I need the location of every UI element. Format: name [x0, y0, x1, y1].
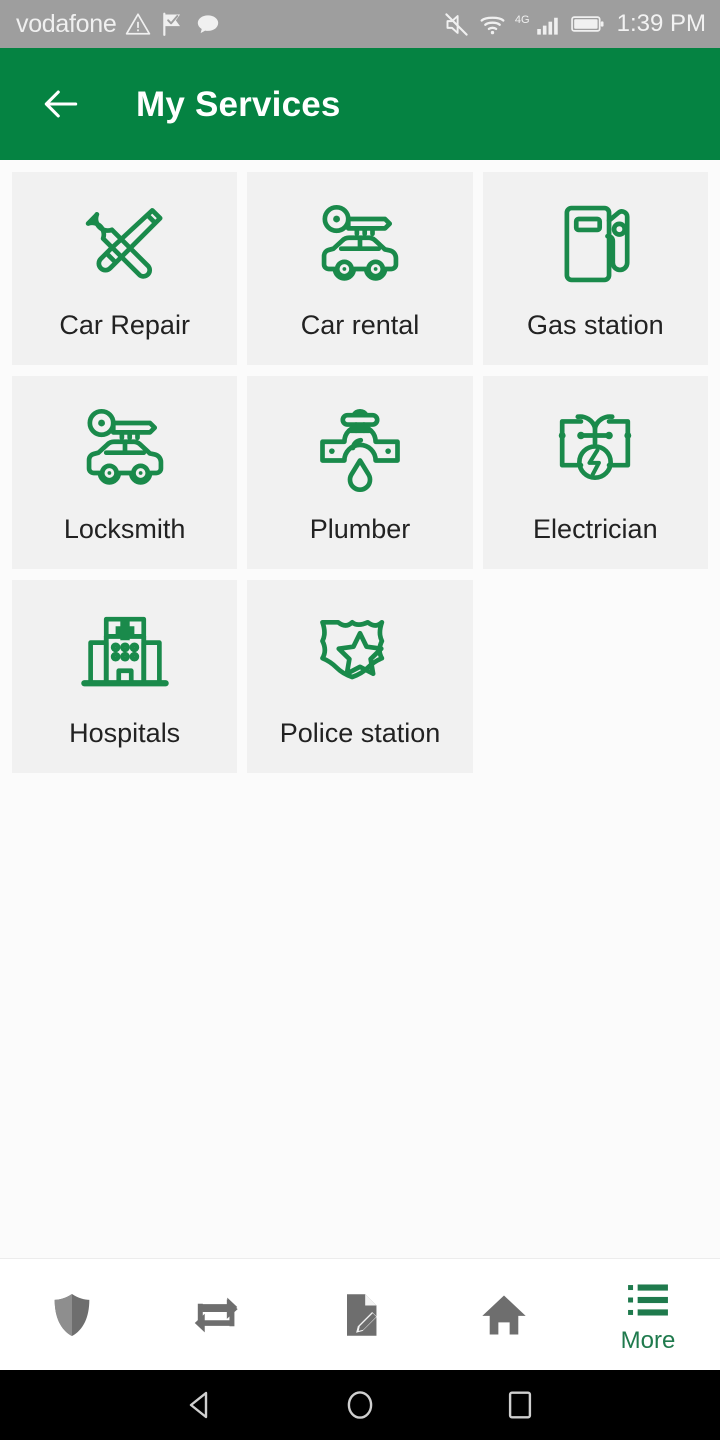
- app-bar: My Services: [0, 48, 720, 160]
- android-back-button[interactable]: [177, 1382, 223, 1428]
- volume-mute-icon: [445, 12, 468, 36]
- police-badge-icon: [310, 602, 410, 702]
- battery-icon: [570, 16, 604, 32]
- app-root: vodafone 4G 1:39 PM My Services Car Repa…: [0, 0, 720, 1440]
- android-system-nav: [0, 1370, 720, 1440]
- service-tile-locksmith[interactable]: Locksmith: [12, 376, 238, 569]
- android-recents-button[interactable]: [497, 1382, 543, 1428]
- services-grid: Car Repair Car rental Gas station Locksm…: [12, 172, 708, 773]
- nav-item-shield[interactable]: [0, 1259, 144, 1370]
- service-tile-plumber[interactable]: Plumber: [247, 376, 473, 569]
- circuit-bolt-icon: [545, 398, 645, 498]
- service-tile-gas-station[interactable]: Gas station: [482, 172, 708, 365]
- service-tile-hospitals[interactable]: Hospitals: [12, 580, 238, 773]
- status-bar: vodafone 4G 1:39 PM: [0, 0, 720, 48]
- arrow-left-icon: [44, 90, 78, 118]
- nav-label-more: More: [620, 1326, 676, 1354]
- circle-home-icon: [347, 1391, 373, 1419]
- service-tile-electrician[interactable]: Electrician: [482, 376, 708, 569]
- service-label: Plumber: [309, 514, 411, 544]
- key-car-icon: [75, 398, 175, 498]
- faucet-drop-icon: [310, 398, 410, 498]
- service-tile-police-station[interactable]: Police station: [247, 580, 473, 773]
- wrench-screwdriver-icon: [75, 194, 175, 294]
- shield-icon: [54, 1293, 90, 1336]
- clock-label: 1:39 PM: [616, 10, 706, 37]
- bottom-navigation: More: [0, 1258, 720, 1370]
- signal-bars-icon: [536, 17, 558, 35]
- square-recents-icon: [508, 1391, 532, 1419]
- nav-item-home[interactable]: [432, 1259, 576, 1370]
- service-label: Locksmith: [63, 514, 186, 544]
- document-edit-icon: [347, 1293, 377, 1336]
- carrier-label: vodafone: [16, 9, 117, 38]
- service-tile-car-repair[interactable]: Car Repair: [12, 172, 238, 365]
- service-label: Car rental: [300, 310, 420, 340]
- fuel-pump-icon: [545, 194, 645, 294]
- service-tile-car-rental[interactable]: Car rental: [247, 172, 473, 365]
- warning-triangle-icon: [126, 13, 151, 35]
- back-button[interactable]: [38, 81, 84, 127]
- page-title: My Services: [136, 84, 341, 124]
- triangle-back-icon: [189, 1391, 208, 1419]
- hospital-building-icon: [75, 602, 175, 702]
- nav-item-transfer[interactable]: [144, 1259, 288, 1370]
- list-menu-icon: [628, 1283, 668, 1316]
- key-car-icon: [310, 194, 410, 294]
- nav-item-more[interactable]: More: [576, 1259, 720, 1370]
- status-bar-left: vodafone: [16, 11, 221, 37]
- home-icon: [482, 1295, 526, 1334]
- service-label: Car Repair: [59, 310, 190, 340]
- network-type-label: 4G: [514, 13, 530, 26]
- service-label: Police station: [279, 718, 441, 748]
- service-label: Gas station: [527, 310, 664, 340]
- speech-bubble-icon: [198, 15, 219, 34]
- status-bar-right: 4G 1:39 PM: [443, 11, 706, 38]
- service-label: Electrician: [533, 514, 658, 544]
- nav-item-document-edit[interactable]: [288, 1259, 432, 1370]
- android-home-button[interactable]: [337, 1382, 383, 1428]
- wifi-icon: [480, 16, 505, 34]
- flag-check-icon: [163, 12, 181, 36]
- transfer-arrows-icon: [194, 1297, 238, 1332]
- service-label: Hospitals: [69, 718, 181, 748]
- services-content: Car Repair Car rental Gas station Locksm…: [0, 160, 720, 1258]
